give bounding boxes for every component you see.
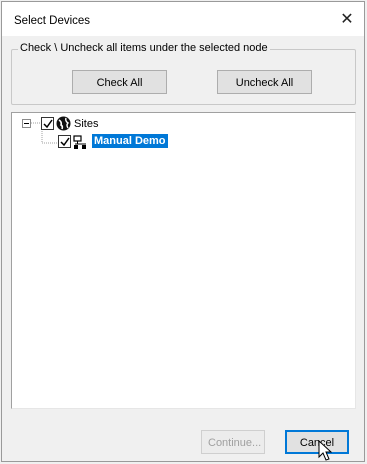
tree-node-sites-label[interactable]: Sites <box>74 118 98 130</box>
checkmark-icon <box>60 137 70 147</box>
network-icon <box>73 135 86 149</box>
title-bar: Select Devices ✕ <box>2 2 364 36</box>
tree-node-manual-demo-label[interactable]: Manual Demo <box>92 134 168 148</box>
group-label: Check \ Uncheck all items under the sele… <box>18 42 270 54</box>
cancel-button[interactable]: Cancel <box>285 430 349 454</box>
manual-demo-checkbox[interactable] <box>58 135 71 148</box>
device-tree[interactable]: Sites Manual Demo <box>11 112 356 409</box>
collapse-toggle-icon[interactable] <box>22 119 31 128</box>
check-all-button[interactable]: Check All <box>72 70 167 94</box>
globe-icon <box>56 116 71 131</box>
select-devices-dialog: Select Devices ✕ Check \ Uncheck all ite… <box>1 1 365 462</box>
continue-button[interactable]: Continue... <box>201 430 265 454</box>
sites-checkbox[interactable] <box>41 117 54 130</box>
uncheck-all-button[interactable]: Uncheck All <box>217 70 312 94</box>
dialog-title: Select Devices <box>14 15 91 27</box>
checkmark-icon <box>43 119 53 129</box>
check-uncheck-group: Check \ Uncheck all items under the sele… <box>11 42 356 105</box>
mouse-pointer-icon <box>318 440 332 461</box>
close-icon[interactable]: ✕ <box>336 9 358 31</box>
